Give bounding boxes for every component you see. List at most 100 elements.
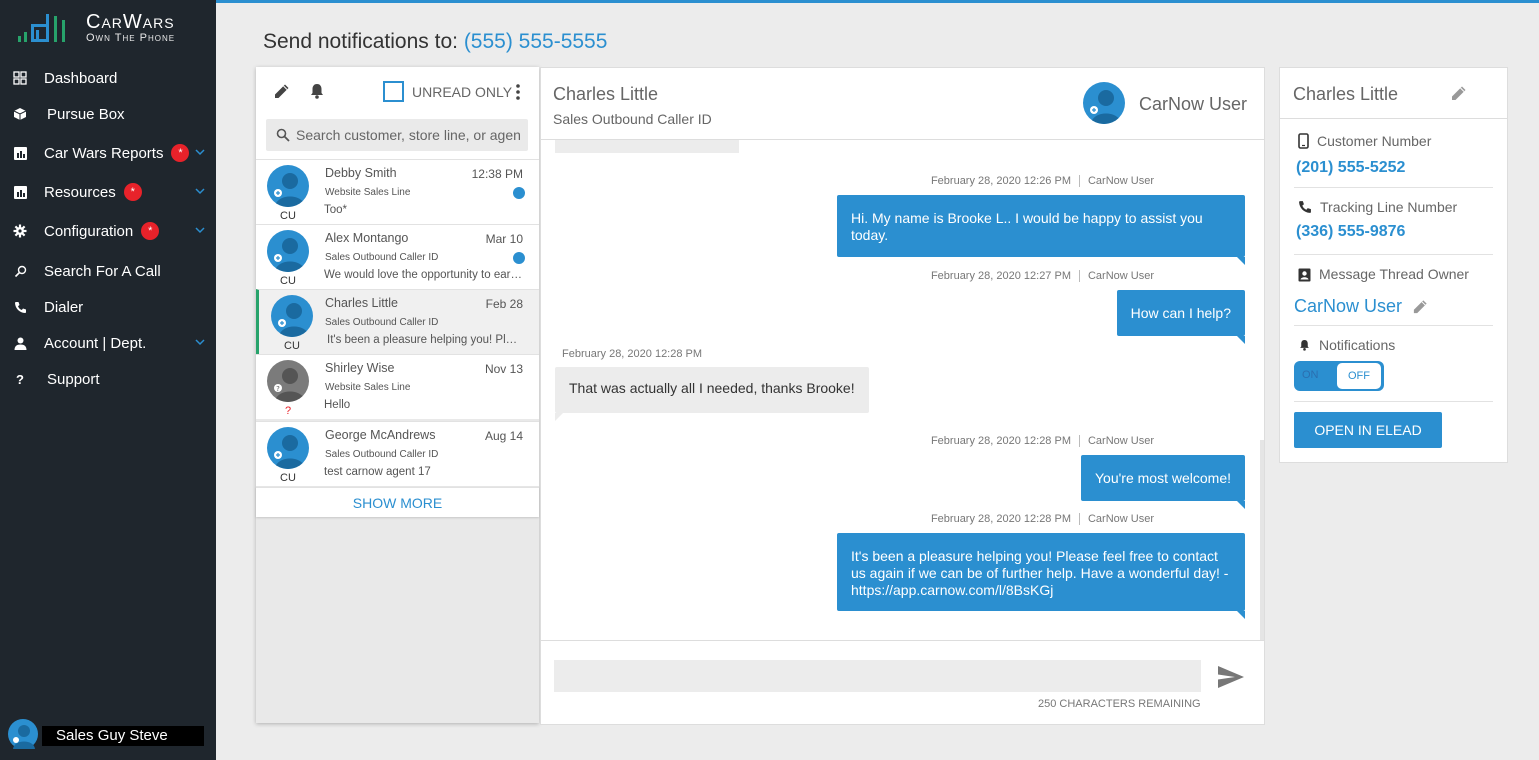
details-contact-name: Charles Little xyxy=(1293,84,1399,104)
notifications-label: Notifications xyxy=(1298,337,1395,353)
customer-number-link[interactable]: (201) 555-5252 xyxy=(1296,159,1405,177)
conversation-date: 12:38 PM xyxy=(471,167,523,181)
conversation-name: George McAndrews xyxy=(325,428,436,442)
bell-icon[interactable] xyxy=(308,82,326,100)
message-list[interactable]: February 28, 2020 12:26 PM CarNow User Hi… xyxy=(541,140,1264,640)
sidebar-item-account-dept[interactable]: Account | Dept. xyxy=(0,328,216,358)
open-in-elead-button[interactable]: OPEN IN ELEAD xyxy=(1294,412,1442,448)
chevron-down-icon[interactable] xyxy=(194,224,206,236)
chat-panel: Charles Little Sales Outbound Caller ID … xyxy=(540,67,1265,725)
toggle-on-label: ON xyxy=(1302,369,1319,381)
avatar: ? xyxy=(267,360,309,402)
avatar xyxy=(267,230,309,272)
avatar xyxy=(267,165,309,207)
bell-icon xyxy=(1300,339,1309,351)
conversation-date: Feb 28 xyxy=(485,297,523,311)
conversation-line: Website Sales Line xyxy=(325,187,411,198)
sidebar-item-resources[interactable]: Resources * xyxy=(0,177,216,207)
message-input[interactable] xyxy=(554,660,1201,692)
divider xyxy=(1294,187,1493,188)
top-accent-line xyxy=(216,0,1539,3)
user-avatar-icon xyxy=(13,725,35,749)
divider xyxy=(1294,254,1493,255)
user-avatar-icon xyxy=(274,173,305,207)
conversation-preview: Hello xyxy=(324,399,351,411)
characters-remaining: 250 CHARACTERS REMAINING xyxy=(1038,698,1201,710)
box-icon xyxy=(11,107,29,121)
conversation-line: Sales Outbound Caller ID xyxy=(325,449,439,460)
sidebar-item-label: Search For A Call xyxy=(44,262,161,280)
phone-icon xyxy=(11,301,29,314)
sidebar-item-dashboard[interactable]: Dashboard xyxy=(0,63,216,93)
conversation-item-charles-little[interactable]: CU Charles Little Sales Outbound Caller … xyxy=(256,289,539,354)
conversation-item-alex-montango[interactable]: CU Alex Montango Sales Outbound Caller I… xyxy=(256,224,539,289)
message-bubble-partial xyxy=(555,140,739,153)
sidebar-item-pursue-box[interactable]: Pursue Box xyxy=(0,99,216,129)
notifications-toggle[interactable]: ON OFF xyxy=(1294,361,1384,391)
sidebar-item-label: Dialer xyxy=(44,298,84,316)
edit-pencil-icon[interactable] xyxy=(1412,298,1429,315)
message-bubble-out: You're most welcome! xyxy=(1081,455,1245,509)
message-meta: February 28, 2020 12:28 PM CarNow User xyxy=(930,435,1154,448)
chevron-down-icon[interactable] xyxy=(194,146,206,158)
conversation-line: Website Sales Line xyxy=(325,382,411,393)
send-icon[interactable] xyxy=(1217,665,1245,689)
sidebar-item-label: Support xyxy=(47,370,100,388)
unread-only-label[interactable]: UNREAD ONLY xyxy=(412,84,512,100)
reports-icon xyxy=(11,146,29,160)
user-avatar-icon xyxy=(1090,90,1121,124)
tracking-number-link[interactable]: (336) 555-9876 xyxy=(1296,223,1405,241)
brand-tagline: Own The Phone xyxy=(86,32,176,44)
sidebar: CarWars Own The Phone Dashboard Pursue B… xyxy=(0,0,216,760)
message-composer: 250 CHARACTERS REMAINING xyxy=(541,640,1264,724)
user-avatar-icon: ? xyxy=(274,368,305,402)
search-icon xyxy=(276,128,290,142)
conversation-date: Mar 10 xyxy=(485,232,523,246)
carwars-logo[interactable]: CarWars Own The Phone xyxy=(18,12,198,46)
dashboard-icon xyxy=(11,71,29,85)
search-icon xyxy=(11,265,29,278)
conversation-panel: UNREAD ONLY Search customer, store line,… xyxy=(256,67,539,723)
sidebar-item-label: Resources xyxy=(44,183,116,201)
current-user[interactable]: Sales Guy Steve xyxy=(0,704,216,760)
question-icon: ? xyxy=(16,371,24,387)
sidebar-item-search-for-a-call[interactable]: Search For A Call xyxy=(0,256,216,286)
conversation-line: Sales Outbound Caller ID xyxy=(325,317,439,328)
more-vert-icon[interactable] xyxy=(514,83,522,101)
mobile-icon xyxy=(1298,133,1309,149)
sidebar-item-configuration[interactable]: Configuration * xyxy=(0,216,216,246)
search-input[interactable]: Search customer, store line, or agent xyxy=(266,119,528,151)
sidebar-item-label: Dashboard xyxy=(44,69,118,87)
show-more-button[interactable]: SHOW MORE xyxy=(256,487,539,517)
conversation-name: Alex Montango xyxy=(325,231,409,245)
sidebar-item-label: Pursue Box xyxy=(47,105,125,123)
user-name: Sales Guy Steve xyxy=(42,726,204,746)
message-bubble-out: How can I help? xyxy=(1116,290,1246,344)
scrollbar[interactable] xyxy=(1260,440,1264,640)
notification-phone-link[interactable]: (555) 555-5555 xyxy=(464,30,608,53)
chevron-down-icon[interactable] xyxy=(194,185,206,197)
compose-pencil-icon[interactable] xyxy=(273,82,291,100)
thread-owner[interactable]: CarNow User xyxy=(1294,296,1429,317)
sidebar-item-dialer[interactable]: Dialer xyxy=(0,292,216,322)
tracking-line-label: Tracking Line Number xyxy=(1298,199,1457,215)
conversation-item-shirley-wise[interactable]: ? ? Shirley Wise Website Sales Line Hell… xyxy=(256,354,539,419)
edit-pencil-icon[interactable] xyxy=(1450,84,1468,102)
unread-dot xyxy=(513,187,525,199)
conversation-item-debby-smith[interactable]: CU Debby Smith Website Sales Line Too* 1… xyxy=(256,159,539,224)
chevron-down-icon[interactable] xyxy=(194,336,206,348)
divider xyxy=(1294,401,1493,402)
unread-only-checkbox[interactable] xyxy=(383,81,404,102)
sidebar-item-support[interactable]: ? Support xyxy=(0,364,216,394)
conversation-line: Sales Outbound Caller ID xyxy=(325,252,439,263)
unread-dot xyxy=(513,252,525,264)
avatar-initials: CU xyxy=(280,472,296,484)
conversation-date: Nov 13 xyxy=(484,362,523,376)
conversation-name: Shirley Wise xyxy=(325,361,395,375)
conversation-item-george-mcandrews[interactable]: CU George McAndrews Sales Outbound Calle… xyxy=(256,421,539,486)
contact-details-panel: Charles Little Customer Number (201) 555… xyxy=(1279,67,1508,463)
chat-header: Charles Little Sales Outbound Caller ID … xyxy=(541,68,1264,140)
avatar xyxy=(8,719,38,749)
user-avatar-icon xyxy=(274,238,305,272)
sidebar-item-car-wars-reports[interactable]: Car Wars Reports * xyxy=(0,138,216,168)
